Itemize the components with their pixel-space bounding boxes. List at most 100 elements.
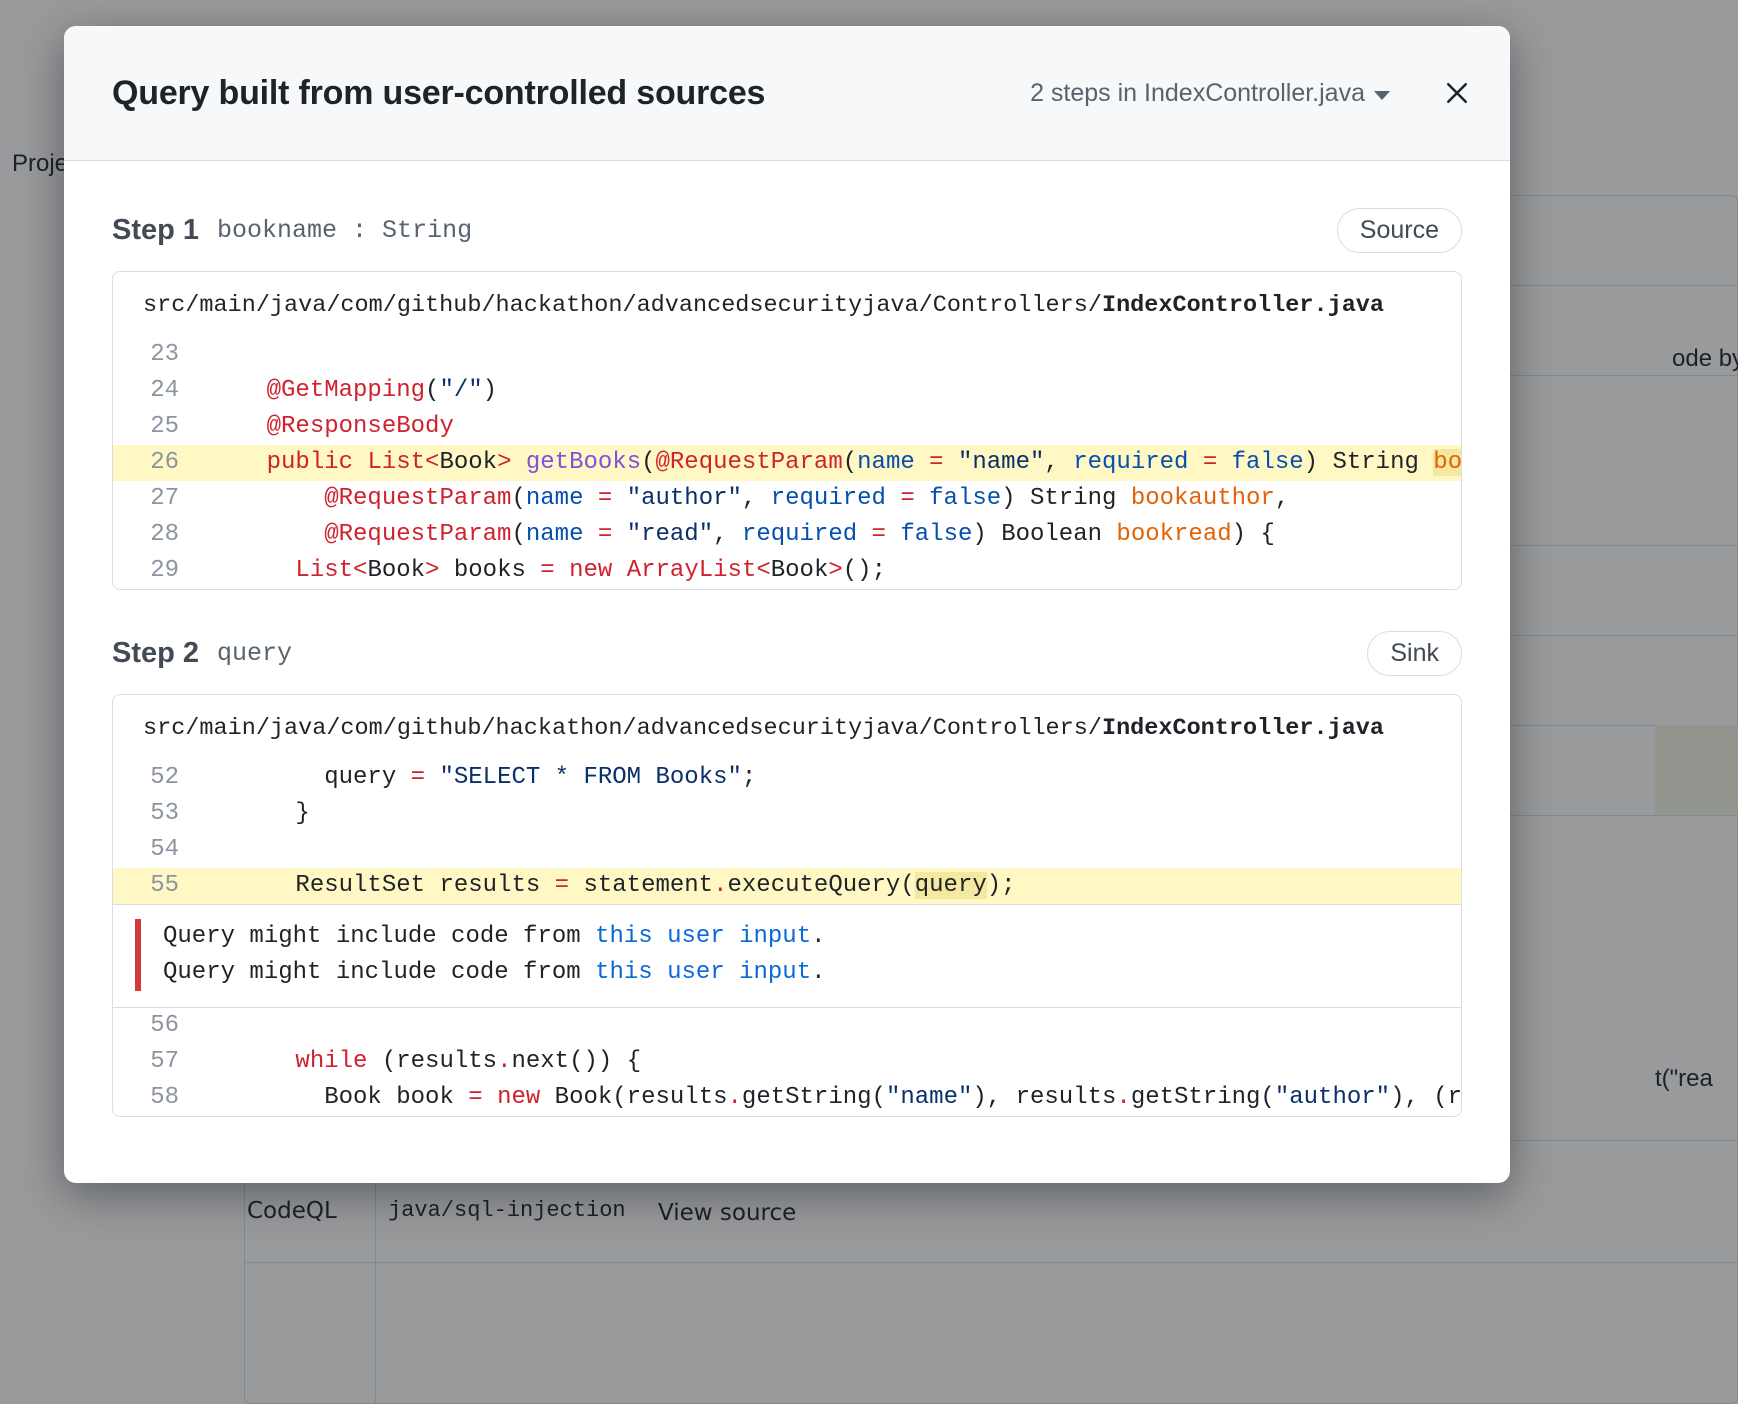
code-token: @RequestParam — [324, 521, 512, 548]
code-lines: 56 57 while (results.next()) { 58 Book boo… — [113, 1008, 1461, 1116]
close-icon — [1447, 83, 1467, 103]
code-token: = — [871, 521, 886, 548]
code-token: Book(results — [540, 1084, 728, 1111]
modal-body: Step 1 bookname : String Source src/main/ja… — [64, 161, 1510, 1183]
code-token: ( — [641, 449, 656, 476]
file-path-filename: IndexController.java — [1101, 292, 1385, 319]
step-variable: bookname : String — [217, 215, 473, 245]
alert-message-prefix: Query might include code from — [163, 959, 596, 986]
line-number: 24 — [150, 377, 179, 404]
code-token: , — [713, 521, 742, 548]
code-token: . — [727, 1084, 742, 1111]
file-path[interactable]: src/main/java/com/github/hackathon/advan… — [113, 695, 1461, 760]
code-token: bookread — [1116, 521, 1232, 548]
step-variable: query — [217, 638, 293, 668]
code-line: 56 — [113, 1008, 1461, 1044]
alert-message-suffix: . — [811, 923, 826, 950]
code-token: = — [929, 449, 944, 476]
file-path[interactable]: src/main/java/com/github/hackathon/advan… — [113, 272, 1461, 337]
code-token: name — [525, 485, 584, 512]
code-token: query — [209, 764, 411, 791]
code-token: ), (results — [1390, 1084, 1461, 1111]
steps-dropdown[interactable]: 2 steps in IndexController.java — [1030, 79, 1390, 108]
code-token: @ResponseBody — [266, 413, 454, 440]
code-token: , — [1274, 485, 1290, 512]
step-kind-badge[interactable]: Source — [1336, 207, 1462, 253]
line-number: 25 — [150, 413, 179, 440]
code-token: "name" — [885, 1084, 973, 1111]
code-token: public — [266, 449, 354, 476]
line-content: List<Book> books = new ArrayList<Book>()… — [209, 553, 1461, 589]
line-content: Book book = new Book(results.getString("… — [209, 1080, 1461, 1116]
code-token: ) { — [1231, 521, 1275, 548]
code-token: ) — [482, 377, 498, 404]
code-token: ( — [842, 449, 858, 476]
line-content: @ResponseBody — [209, 409, 1461, 445]
step-header: Step 1 bookname : String Source — [112, 207, 1462, 253]
code-token: . — [497, 1048, 512, 1075]
line-content: ResultSet results = statement.executeQue… — [209, 868, 1461, 904]
code-token: = — [597, 485, 613, 512]
code-token: query — [914, 872, 987, 899]
close-button[interactable] — [1436, 72, 1478, 114]
code-token: Book book — [209, 1084, 469, 1111]
code-token: statement — [569, 872, 714, 899]
line-content: while (results.next()) { — [209, 1044, 1461, 1080]
code-line: 26 public List<Book> getBooks(@RequestPa… — [113, 445, 1461, 481]
code-token: required — [1073, 449, 1189, 476]
code-line: 57 while (results.next()) { — [113, 1044, 1461, 1080]
line-number: 53 — [150, 800, 179, 827]
code-token: = — [554, 872, 570, 899]
code-token: bookauthor — [1130, 485, 1275, 512]
code-line: 55 ResultSet results = statement.execute… — [113, 868, 1461, 904]
step-label: Step 1 — [112, 213, 200, 246]
step-kind-badge[interactable]: Sink — [1367, 630, 1462, 676]
code-line: 29 List<Book> books = new ArrayList<Book… — [113, 553, 1461, 589]
code-line: 54 — [113, 832, 1461, 868]
code-token: required — [770, 485, 886, 512]
code-token: > — [497, 449, 512, 476]
code-token: < — [353, 557, 368, 584]
code-token: = — [597, 521, 613, 548]
code-token: false — [900, 521, 973, 548]
line-number: 52 — [150, 764, 179, 791]
code-token: . — [713, 872, 728, 899]
code-token: false — [929, 485, 1002, 512]
alert-message-link[interactable]: this user input — [595, 959, 811, 986]
code-token: ) — [972, 521, 1002, 548]
line-number: 55 — [150, 872, 179, 899]
code-token: executeQuery( — [727, 872, 915, 899]
code-token: List — [367, 449, 426, 476]
code-token: @RequestParam — [324, 485, 512, 512]
code-line: 53 } — [113, 796, 1461, 832]
code-line: 28 @RequestParam(name = "read", required… — [113, 517, 1461, 553]
line-number: 26 — [150, 449, 179, 476]
line-content: } — [209, 796, 1461, 832]
alert-message-link[interactable]: this user input — [595, 923, 811, 950]
code-token: ArrayList — [626, 557, 757, 584]
alert-message: Query might include code from this user … — [163, 955, 826, 991]
steps-container: Step 1 bookname : String Source src/main/ja… — [112, 207, 1462, 1117]
code-token: getString( — [1130, 1084, 1275, 1111]
alert-message-block: Query might include code from this user … — [113, 904, 1461, 1008]
code-token: bookname — [1433, 449, 1461, 476]
page-title: Query built from user-controlled sources — [112, 73, 766, 112]
code-token: ); — [986, 872, 1016, 899]
line-number: 58 — [150, 1084, 179, 1111]
code-token: ) — [1001, 485, 1030, 512]
file-path-directory: src/main/java/com/github/hackathon/advan… — [143, 715, 1102, 742]
